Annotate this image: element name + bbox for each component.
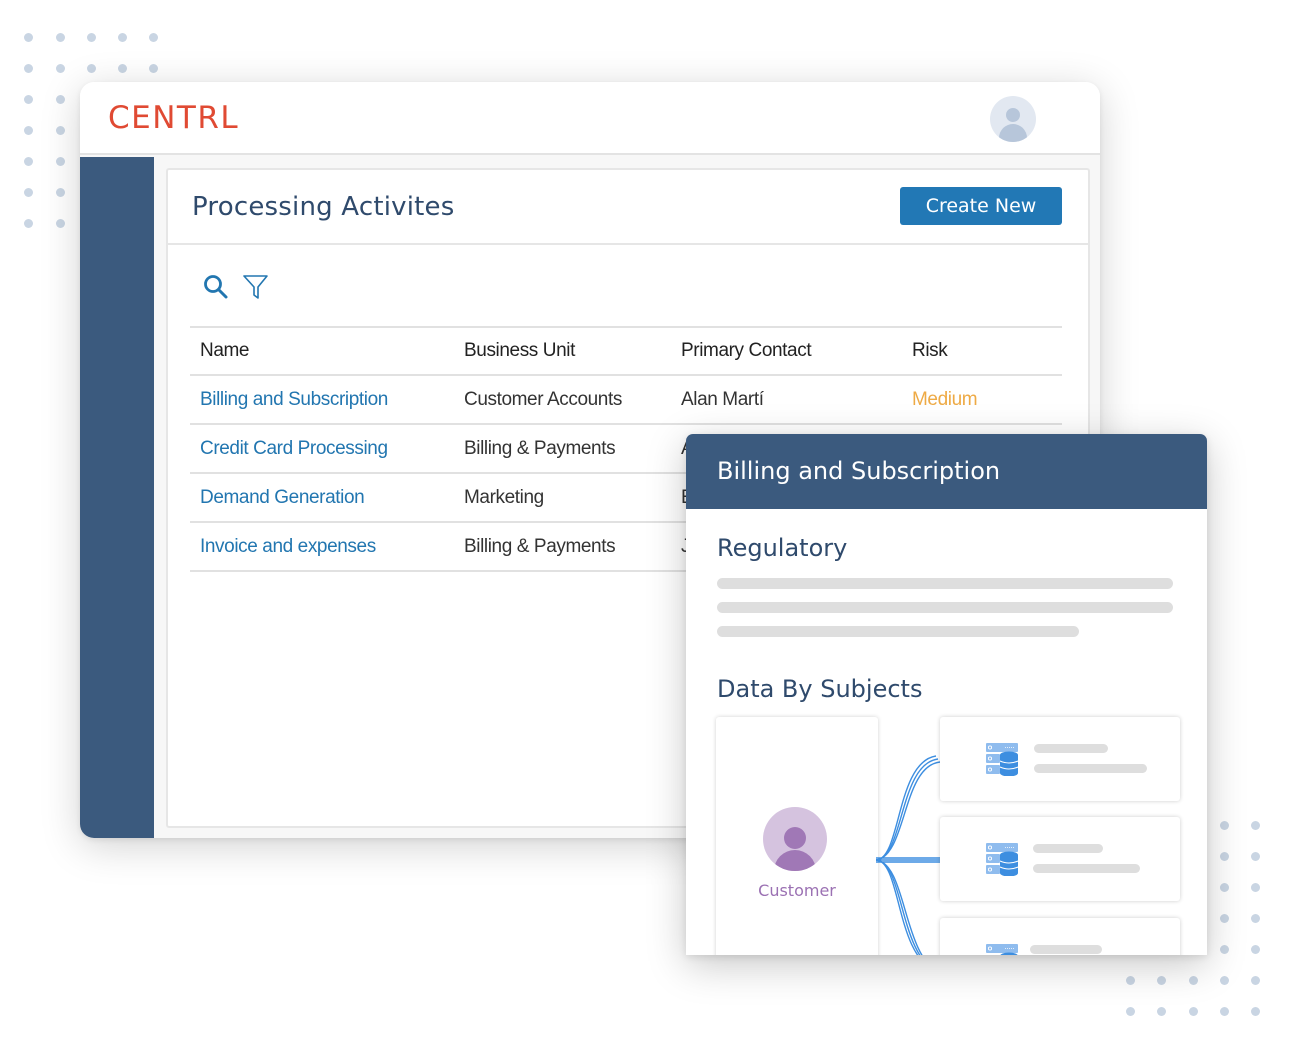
- decorative-dot: [1156, 1006, 1166, 1016]
- decorative-dot: [1219, 820, 1229, 830]
- data-source-card[interactable]: [940, 817, 1180, 901]
- regulatory-placeholder-line: [717, 626, 1079, 637]
- decorative-dot: [55, 94, 65, 104]
- decorative-dot: [23, 156, 33, 166]
- business-unit-cell: Customer Accounts: [464, 388, 622, 410]
- decorative-dot: [55, 218, 65, 228]
- decorative-dot: [55, 63, 65, 73]
- decorative-dot: [1250, 913, 1260, 923]
- detail-panel-title: Billing and Subscription: [717, 457, 1001, 485]
- user-avatar-icon[interactable]: [990, 96, 1036, 142]
- risk-cell: Medium: [912, 388, 978, 410]
- business-unit-cell: Billing & Payments: [464, 535, 616, 557]
- subject-label: Customer: [758, 881, 836, 900]
- decorative-dot: [55, 187, 65, 197]
- source-placeholder-line: [1030, 945, 1102, 954]
- column-header-name[interactable]: Name: [200, 328, 249, 374]
- decorative-dot: [23, 94, 33, 104]
- table-row[interactable]: Billing and Subscription Customer Accoun…: [190, 376, 1062, 425]
- source-placeholder-line: [1033, 864, 1140, 873]
- decorative-dot: [23, 32, 33, 42]
- customer-avatar-icon: [763, 807, 827, 871]
- decorative-dot: [23, 63, 33, 73]
- source-placeholder-line: [1033, 844, 1103, 853]
- filter-icon[interactable]: [242, 273, 270, 301]
- database-server-icon: [986, 944, 1018, 955]
- decorative-dot: [1219, 882, 1229, 892]
- data-source-card[interactable]: [940, 918, 1180, 955]
- column-header-primary-contact[interactable]: Primary Contact: [681, 328, 812, 374]
- business-unit-cell: Marketing: [464, 486, 544, 508]
- decorative-dot: [1125, 1006, 1135, 1016]
- decorative-dot: [1250, 882, 1260, 892]
- decorative-dot: [23, 125, 33, 135]
- decorative-dot: [148, 32, 158, 42]
- decorative-dot: [1219, 975, 1229, 985]
- primary-contact-cell: Alan Martí: [681, 388, 764, 410]
- data-source-card[interactable]: [940, 717, 1180, 801]
- decorative-dot: [1188, 975, 1198, 985]
- decorative-dot: [86, 63, 96, 73]
- decorative-dot: [1219, 851, 1229, 861]
- sidebar: [80, 157, 154, 838]
- activity-name-link[interactable]: Billing and Subscription: [200, 376, 388, 423]
- top-bar: CENTRL: [80, 82, 1100, 155]
- decorative-dot: [1156, 975, 1166, 985]
- decorative-dot: [1219, 913, 1229, 923]
- decorative-dot: [23, 218, 33, 228]
- database-server-icon: [986, 743, 1019, 776]
- decorative-dot: [1250, 944, 1260, 954]
- column-header-business-unit[interactable]: Business Unit: [464, 328, 575, 374]
- subject-connectors: [876, 755, 941, 955]
- page-title: Processing Activites: [192, 192, 455, 222]
- decorative-dot: [1188, 1006, 1198, 1016]
- decorative-dot: [1250, 975, 1260, 985]
- source-placeholder-line: [1034, 764, 1147, 773]
- decorative-dot: [1250, 820, 1260, 830]
- decorative-dot: [55, 156, 65, 166]
- decorative-dot: [55, 125, 65, 135]
- database-server-icon: [986, 843, 1019, 876]
- data-by-subjects-heading: Data By Subjects: [717, 675, 923, 703]
- search-icon[interactable]: [202, 273, 230, 301]
- activity-detail-panel: Billing and Subscription Regulatory Data…: [686, 434, 1207, 955]
- subject-card-customer[interactable]: Customer: [716, 717, 878, 955]
- decorative-dot: [1125, 975, 1135, 985]
- regulatory-placeholder-line: [717, 602, 1173, 613]
- card-header: Processing Activites Create New: [168, 170, 1088, 245]
- table-tools: [202, 272, 270, 302]
- detail-panel-header: Billing and Subscription: [686, 434, 1207, 509]
- decorative-dot: [117, 63, 127, 73]
- decorative-dot: [117, 32, 127, 42]
- source-placeholder-line: [1034, 744, 1108, 753]
- regulatory-placeholder-line: [717, 578, 1173, 589]
- activity-name-link[interactable]: Invoice and expenses: [200, 523, 376, 570]
- decorative-dot: [23, 187, 33, 197]
- activity-name-link[interactable]: Credit Card Processing: [200, 425, 388, 472]
- decorative-dot: [1219, 1006, 1229, 1016]
- regulatory-heading: Regulatory: [717, 534, 848, 562]
- centrl-logo[interactable]: CENTRL: [108, 100, 239, 136]
- decorative-dot: [1250, 851, 1260, 861]
- decorative-dot: [148, 63, 158, 73]
- decorative-dot: [1250, 1006, 1260, 1016]
- decorative-dot: [55, 32, 65, 42]
- column-header-risk[interactable]: Risk: [912, 328, 948, 374]
- decorative-dot: [1219, 944, 1229, 954]
- activity-name-link[interactable]: Demand Generation: [200, 474, 365, 521]
- table-header-row: Name Business Unit Primary Contact Risk: [190, 326, 1062, 376]
- decorative-dot: [86, 32, 96, 42]
- business-unit-cell: Billing & Payments: [464, 437, 616, 459]
- create-new-button[interactable]: Create New: [900, 187, 1062, 225]
